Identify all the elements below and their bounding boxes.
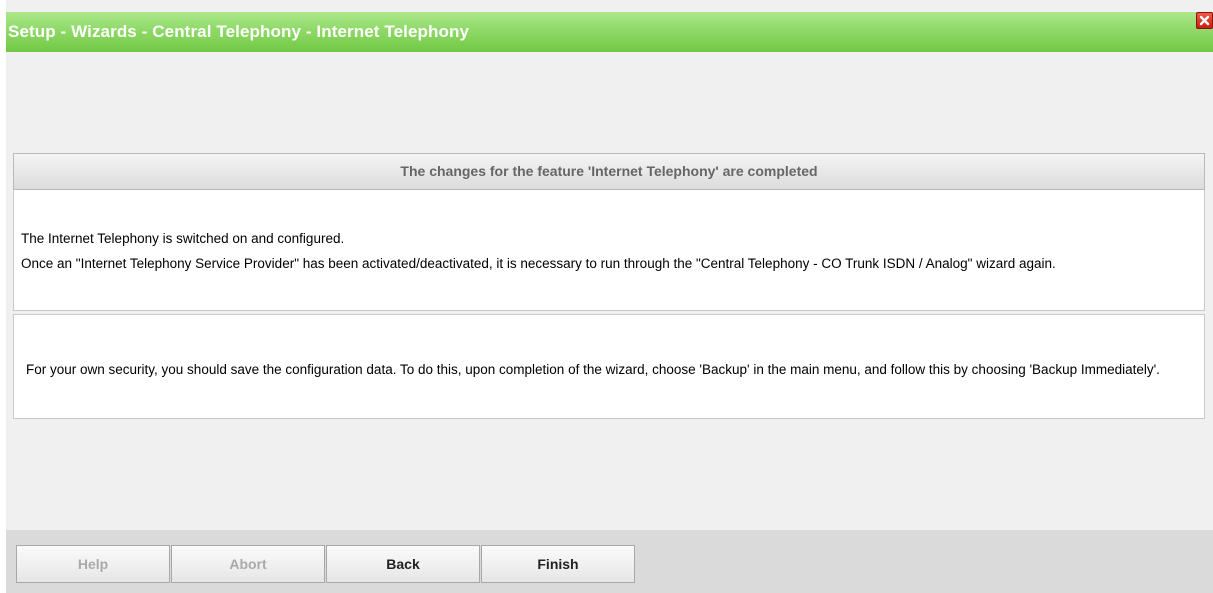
info-line-2: Once an "Internet Telephony Service Prov… [21,256,1056,271]
security-note: For your own security, you should save t… [26,362,1160,377]
finish-button[interactable]: Finish [481,545,635,583]
button-bar: Help Abort Back Finish [6,530,1213,593]
abort-button[interactable]: Abort [171,545,325,583]
info-line-1: The Internet Telephony is switched on an… [21,231,345,246]
wizard-buttons: Help Abort Back Finish [16,545,636,583]
info-panel: The Internet Telephony is switched on an… [13,190,1205,311]
title-bar: Setup - Wizards - Central Telephony - In… [6,12,1213,52]
wizard-content: The changes for the feature 'Internet Te… [13,153,1205,419]
wizard-window: Setup - Wizards - Central Telephony - In… [6,0,1213,593]
help-button[interactable]: Help [16,545,170,583]
close-icon [1199,15,1210,26]
completion-header: The changes for the feature 'Internet Te… [13,153,1205,190]
security-panel: For your own security, you should save t… [13,314,1205,419]
window-title: Setup - Wizards - Central Telephony - In… [8,22,470,41]
back-button[interactable]: Back [326,545,480,583]
close-button[interactable] [1196,12,1213,29]
